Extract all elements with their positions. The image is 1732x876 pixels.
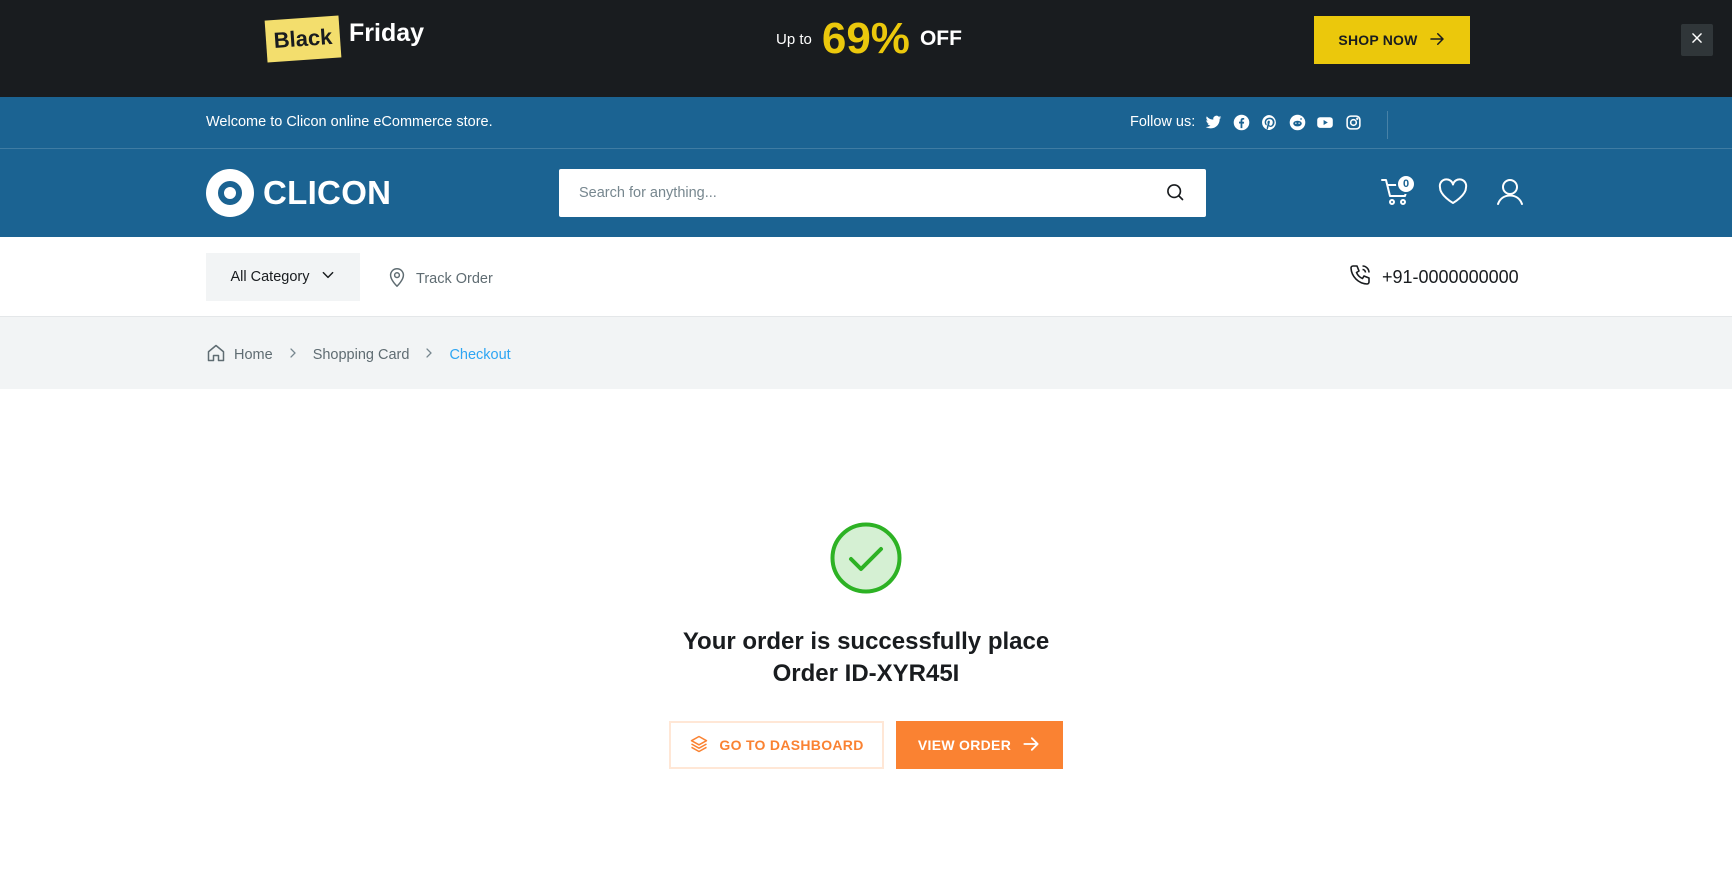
all-category-label: All Category [230,269,310,285]
success-message: Your order is successfully place Order I… [566,626,1166,690]
logo[interactable]: CLICON [206,169,391,217]
breadcrumb-checkout[interactable]: Checkout [449,347,510,363]
phone-icon [1348,263,1372,292]
success-title: Your order is successfully place [682,628,1050,655]
phone-number: +91-0000000000 [1382,267,1519,287]
user-icon[interactable] [1494,176,1526,213]
chevron-right-icon [423,347,435,363]
logo-mark [206,169,254,217]
search-icon[interactable] [1165,182,1185,207]
top-bar: Welcome to Clicon online eCommerce store… [0,97,1732,149]
breadcrumb-shopping-card[interactable]: Shopping Card [313,347,410,363]
chevron-right-icon [287,347,299,363]
map-pin-icon [386,265,408,293]
breadcrumb: Home Shopping Card Checkout [0,317,1732,389]
go-to-dashboard-button[interactable]: GO TO DASHBOARD [669,721,884,769]
search-input[interactable] [559,169,1159,217]
breadcrumb-home[interactable]: Home [234,347,273,363]
logo-text: CLICON [263,174,392,211]
promo-percent: 69% [821,14,910,63]
search-box [559,169,1206,217]
pinterest-icon[interactable] [1260,113,1278,131]
reddit-icon[interactable] [1288,113,1306,131]
breadcrumb-row: Home Shopping Card Checkout [206,343,511,367]
topbar-divider [1387,111,1388,139]
social-links [1204,113,1362,131]
shop-now-label: SHOP NOW [1338,32,1418,48]
track-order-link[interactable]: Track Order [386,265,493,293]
promo-off: OFF [919,27,962,50]
youtube-icon[interactable] [1316,113,1334,131]
check-circle-icon [830,522,902,594]
follow-label: Follow us: [1130,114,1196,130]
twitter-icon[interactable] [1204,113,1222,131]
home-icon[interactable] [206,343,226,367]
view-order-button[interactable]: VIEW ORDER [896,721,1063,769]
cart-count-badge: 0 [1396,174,1416,194]
chevron-down-icon [321,268,335,286]
facebook-icon[interactable] [1232,113,1250,131]
arrow-right-icon [1428,30,1446,51]
promo-banner: Black Friday Up to 69% OFF SHOP NOW [0,0,1732,97]
welcome-text: Welcome to Clicon online eCommerce store… [206,114,493,130]
stack-icon [689,734,709,757]
heart-icon[interactable] [1437,176,1469,213]
main-header: CLICON 0 [0,149,1732,237]
go-to-dashboard-label: GO TO DASHBOARD [719,737,864,753]
track-order-label: Track Order [416,271,493,287]
promo-title: Friday [349,19,425,47]
all-category-dropdown[interactable]: All Category [206,253,360,301]
promo-upto: Up to [776,30,812,48]
view-order-label: VIEW ORDER [917,737,1012,753]
arrow-right-icon [1021,734,1041,757]
shop-now-button[interactable]: SHOP NOW [1314,16,1470,64]
close-icon [1690,31,1704,50]
promo-offer: Up to 69% OFF [776,14,962,64]
phone-contact[interactable]: +91-0000000000 [1348,263,1519,292]
order-id: Order ID-XYR45I [772,660,960,687]
black-tag: Black [264,15,342,63]
instagram-icon[interactable] [1344,113,1362,131]
nav-bar: All Category Track Order +91-0000000000 [0,237,1732,317]
close-banner-button[interactable] [1681,24,1713,56]
